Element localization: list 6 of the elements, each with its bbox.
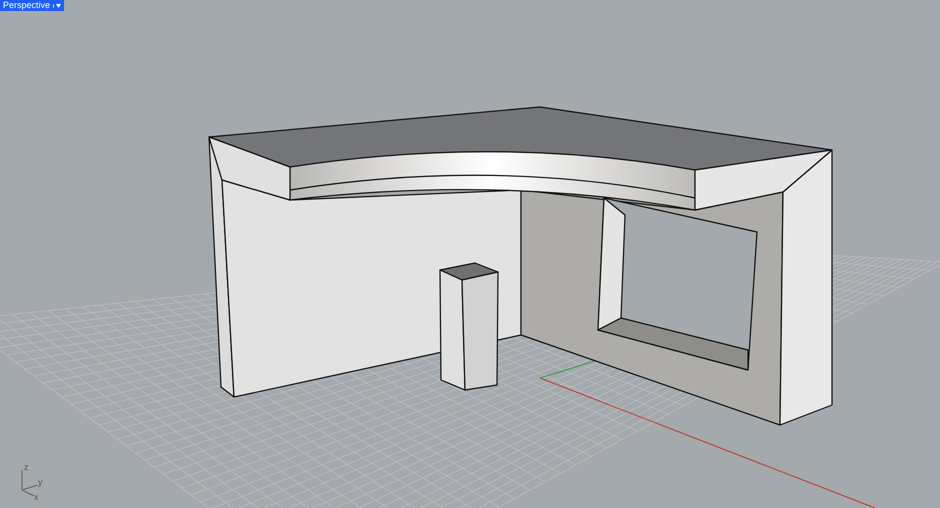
axis-label: x: [34, 492, 38, 502]
axis-widget-icon: [22, 470, 38, 496]
viewport-tab[interactable]: Perspective: [0, 0, 64, 11]
axis-label: y: [38, 477, 42, 487]
axis-label: z: [24, 462, 28, 472]
caret-icon: [56, 4, 62, 8]
